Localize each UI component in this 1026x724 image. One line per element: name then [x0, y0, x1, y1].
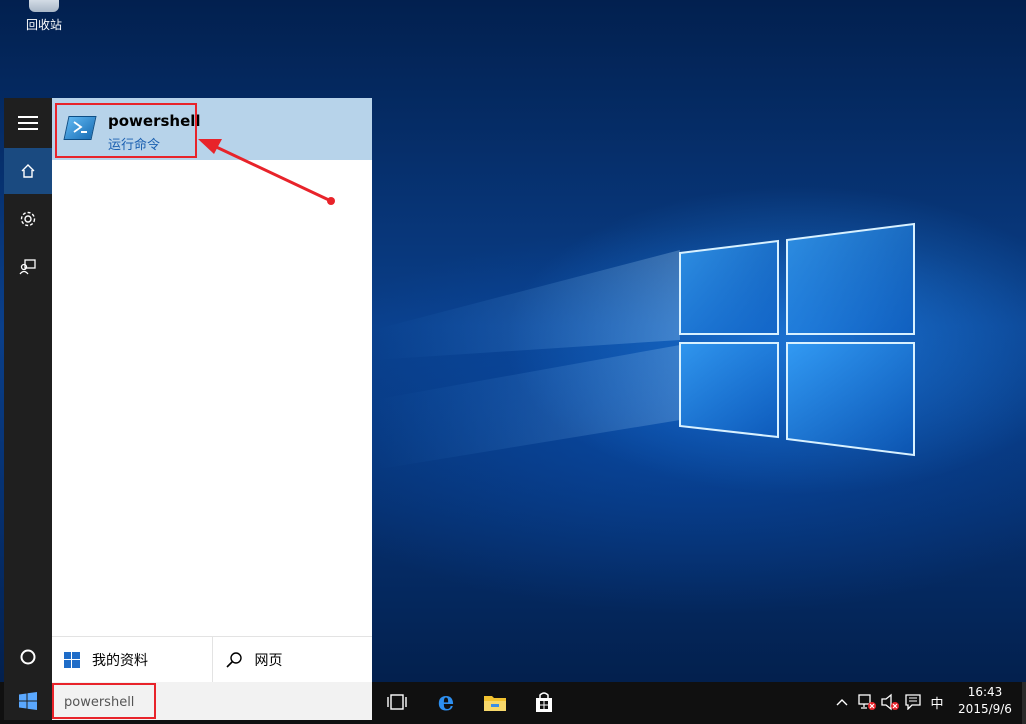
- home-button[interactable]: [4, 148, 52, 194]
- task-view-icon: [387, 694, 407, 710]
- windows-icon: [64, 652, 80, 668]
- web-label: 网页: [254, 653, 283, 669]
- clock-time: 16:43: [967, 685, 1003, 699]
- chevron-up-icon: [836, 699, 848, 706]
- power-button[interactable]: [4, 634, 52, 680]
- gear-icon: [20, 211, 36, 227]
- network-status-button[interactable]: [857, 692, 877, 712]
- start-menu-rail: [4, 98, 52, 682]
- ime-label: 中: [930, 696, 944, 712]
- show-hidden-icons-button[interactable]: [834, 692, 850, 712]
- input-method-button[interactable]: 中: [928, 692, 946, 712]
- search-icon: [225, 652, 242, 668]
- search-filter-row: 我的资料 网页: [52, 636, 372, 683]
- store-button[interactable]: [530, 688, 558, 716]
- notification-icon: [905, 694, 921, 710]
- volume-muted-icon: [881, 693, 899, 711]
- my-stuff-label: 我的资料: [92, 653, 148, 669]
- edge-icon: e: [437, 687, 455, 717]
- taskbar: e: [0, 682, 1026, 724]
- store-icon: [536, 692, 552, 712]
- windows-logo-icon: [19, 692, 37, 710]
- feedback-icon: [19, 259, 36, 275]
- show-desktop-button[interactable]: [1022, 682, 1026, 724]
- action-center-button[interactable]: [904, 692, 922, 712]
- home-icon: [21, 164, 35, 178]
- annotation-highlight-box: [55, 103, 197, 158]
- start-button[interactable]: [4, 682, 52, 720]
- web-search-button[interactable]: 网页: [211, 637, 373, 683]
- menu-toggle-button[interactable]: [4, 100, 52, 146]
- clock[interactable]: 16:43 2015/9/6: [952, 684, 1018, 718]
- recycle-bin-icon: [29, 0, 59, 12]
- task-view-button[interactable]: [383, 688, 411, 716]
- folder-icon: [484, 696, 506, 711]
- hamburger-icon: [18, 116, 38, 130]
- recycle-bin-label: 回收站: [25, 18, 62, 32]
- start-menu-panel: powershell 运行命令 我的资料 网页: [52, 98, 372, 683]
- settings-button[interactable]: [4, 196, 52, 242]
- recycle-bin-shortcut[interactable]: 回收站: [14, 0, 74, 33]
- volume-button[interactable]: [880, 692, 900, 712]
- feedback-button[interactable]: [4, 244, 52, 290]
- edge-browser-button[interactable]: e: [432, 688, 460, 716]
- my-stuff-button[interactable]: 我的资料: [52, 637, 212, 683]
- annotation-search-box: [52, 683, 156, 719]
- circle-icon: [20, 649, 36, 665]
- network-disconnected-icon: [858, 694, 876, 710]
- clock-date: 2015/9/6: [958, 702, 1012, 716]
- file-explorer-button[interactable]: [481, 688, 509, 716]
